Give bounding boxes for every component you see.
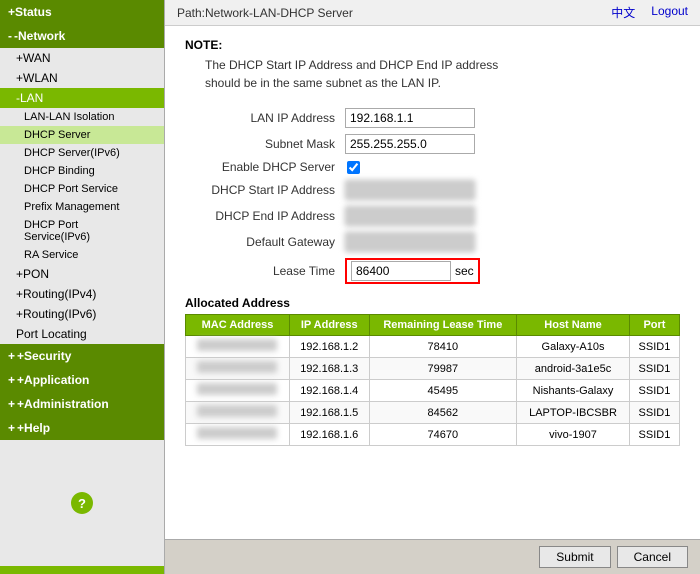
- note-section: NOTE: The DHCP Start IP Address and DHCP…: [185, 38, 680, 92]
- cell-mac: [186, 336, 290, 358]
- subnet-mask-row: Subnet Mask: [185, 134, 680, 154]
- cell-port: SSID1: [629, 358, 679, 380]
- sidebar-network[interactable]: -Network: [0, 24, 164, 48]
- note-body: The DHCP Start IP Address and DHCP End I…: [185, 56, 680, 92]
- sidebar-port-locating[interactable]: Port Locating: [0, 324, 164, 344]
- cell-host: android-3a1e5c: [517, 358, 630, 380]
- table-title: Allocated Address: [185, 296, 680, 310]
- subnet-mask-label: Subnet Mask: [185, 137, 345, 151]
- dhcp-start-input[interactable]: [345, 180, 475, 200]
- sidebar-wlan[interactable]: +WLAN: [0, 68, 164, 88]
- cell-ip: 192.168.1.6: [289, 424, 369, 446]
- cell-remaining: 84562: [369, 402, 517, 424]
- lan-ip-label: LAN IP Address: [185, 111, 345, 125]
- cell-ip: 192.168.1.5: [289, 402, 369, 424]
- dhcp-start-label: DHCP Start IP Address: [185, 183, 345, 197]
- cancel-button[interactable]: Cancel: [617, 546, 688, 568]
- sidebar-dhcp-server[interactable]: DHCP Server: [0, 126, 164, 144]
- lease-time-row: Lease Time sec: [185, 258, 680, 284]
- cell-port: SSID1: [629, 380, 679, 402]
- gateway-label: Default Gateway: [185, 235, 345, 249]
- sec-label: sec: [455, 264, 474, 278]
- sidebar-status[interactable]: +Status: [0, 0, 164, 24]
- dhcp-start-row: DHCP Start IP Address: [185, 180, 680, 200]
- sidebar-pon[interactable]: +PON: [0, 264, 164, 284]
- col-port: Port: [629, 315, 679, 336]
- sidebar-dhcp-port-service[interactable]: DHCP Port Service: [0, 180, 164, 198]
- sidebar-administration[interactable]: +Administration: [0, 392, 164, 416]
- note-title: NOTE:: [185, 38, 680, 52]
- bottom-bar: Submit Cancel: [165, 539, 700, 574]
- cell-host: vivo-1907: [517, 424, 630, 446]
- cell-host: LAPTOP-IBCSBR: [517, 402, 630, 424]
- sidebar-wan[interactable]: +WAN: [0, 48, 164, 68]
- cell-port: SSID1: [629, 336, 679, 358]
- enable-dhcp-row: Enable DHCP Server: [185, 160, 680, 174]
- top-bar: Path:Network-LAN-DHCP Server 中文 Logout: [165, 0, 700, 26]
- cell-host: Galaxy-A10s: [517, 336, 630, 358]
- sidebar-dhcp-port-service-ipv6[interactable]: DHCP Port Service(IPv6): [0, 216, 164, 246]
- dhcp-end-input[interactable]: [345, 206, 475, 226]
- sidebar-ra-service[interactable]: RA Service: [0, 246, 164, 264]
- help-icon[interactable]: ?: [71, 492, 93, 514]
- sidebar-routing-ipv4[interactable]: +Routing(IPv4): [0, 284, 164, 304]
- dhcp-end-label: DHCP End IP Address: [185, 209, 345, 223]
- enable-dhcp-label: Enable DHCP Server: [185, 160, 345, 174]
- enable-dhcp-checkbox[interactable]: [347, 161, 360, 174]
- cell-port: SSID1: [629, 424, 679, 446]
- cell-mac: [186, 424, 290, 446]
- cell-mac: [186, 358, 290, 380]
- subnet-mask-input[interactable]: [345, 134, 475, 154]
- breadcrumb: Path:Network-LAN-DHCP Server: [177, 6, 353, 20]
- sidebar-footer: ?: [0, 484, 164, 522]
- col-host: Host Name: [517, 315, 630, 336]
- cell-port: SSID1: [629, 402, 679, 424]
- sidebar-lan-isolation[interactable]: LAN-LAN Isolation: [0, 108, 164, 126]
- gateway-row: Default Gateway: [185, 232, 680, 252]
- cell-remaining: 79987: [369, 358, 517, 380]
- cell-host: Nishants-Galaxy: [517, 380, 630, 402]
- cell-remaining: 45495: [369, 380, 517, 402]
- logout-link[interactable]: Logout: [651, 4, 688, 21]
- col-remaining: Remaining Lease Time: [369, 315, 517, 336]
- sidebar-dhcp-binding[interactable]: DHCP Binding: [0, 162, 164, 180]
- table-section: Allocated Address MAC Address IP Address…: [185, 296, 680, 446]
- main-content: NOTE: The DHCP Start IP Address and DHCP…: [165, 26, 700, 539]
- sidebar-green-bar: [0, 566, 164, 574]
- cell-mac: [186, 402, 290, 424]
- sidebar-lan[interactable]: -LAN: [0, 88, 164, 108]
- cell-mac: [186, 380, 290, 402]
- col-mac: MAC Address: [186, 315, 290, 336]
- lease-time-input[interactable]: [351, 261, 451, 281]
- lease-time-label: Lease Time: [185, 264, 345, 278]
- cell-ip: 192.168.1.3: [289, 358, 369, 380]
- sidebar-routing-ipv6[interactable]: +Routing(IPv6): [0, 304, 164, 324]
- cell-remaining: 74670: [369, 424, 517, 446]
- lease-time-highlight: sec: [345, 258, 480, 284]
- submit-button[interactable]: Submit: [539, 546, 610, 568]
- table-row: 192.168.1.4 45495 Nishants-Galaxy SSID1: [186, 380, 680, 402]
- table-row: 192.168.1.6 74670 vivo-1907 SSID1: [186, 424, 680, 446]
- cell-remaining: 78410: [369, 336, 517, 358]
- table-row: 192.168.1.5 84562 LAPTOP-IBCSBR SSID1: [186, 402, 680, 424]
- dhcp-end-row: DHCP End IP Address: [185, 206, 680, 226]
- cell-ip: 192.168.1.2: [289, 336, 369, 358]
- gateway-input[interactable]: [345, 232, 475, 252]
- col-ip: IP Address: [289, 315, 369, 336]
- cell-ip: 192.168.1.4: [289, 380, 369, 402]
- language-link[interactable]: 中文: [611, 4, 635, 21]
- table-row: 192.168.1.3 79987 android-3a1e5c SSID1: [186, 358, 680, 380]
- sidebar-prefix-management[interactable]: Prefix Management: [0, 198, 164, 216]
- sidebar-security[interactable]: +Security: [0, 344, 164, 368]
- form-section: LAN IP Address Subnet Mask Enable DHCP S…: [185, 108, 680, 284]
- sidebar-dhcp-server-ipv6[interactable]: DHCP Server(IPv6): [0, 144, 164, 162]
- allocated-table: MAC Address IP Address Remaining Lease T…: [185, 314, 680, 446]
- sidebar-help[interactable]: +Help: [0, 416, 164, 440]
- sidebar-application[interactable]: +Application: [0, 368, 164, 392]
- lan-ip-input[interactable]: [345, 108, 475, 128]
- lan-ip-row: LAN IP Address: [185, 108, 680, 128]
- table-row: 192.168.1.2 78410 Galaxy-A10s SSID1: [186, 336, 680, 358]
